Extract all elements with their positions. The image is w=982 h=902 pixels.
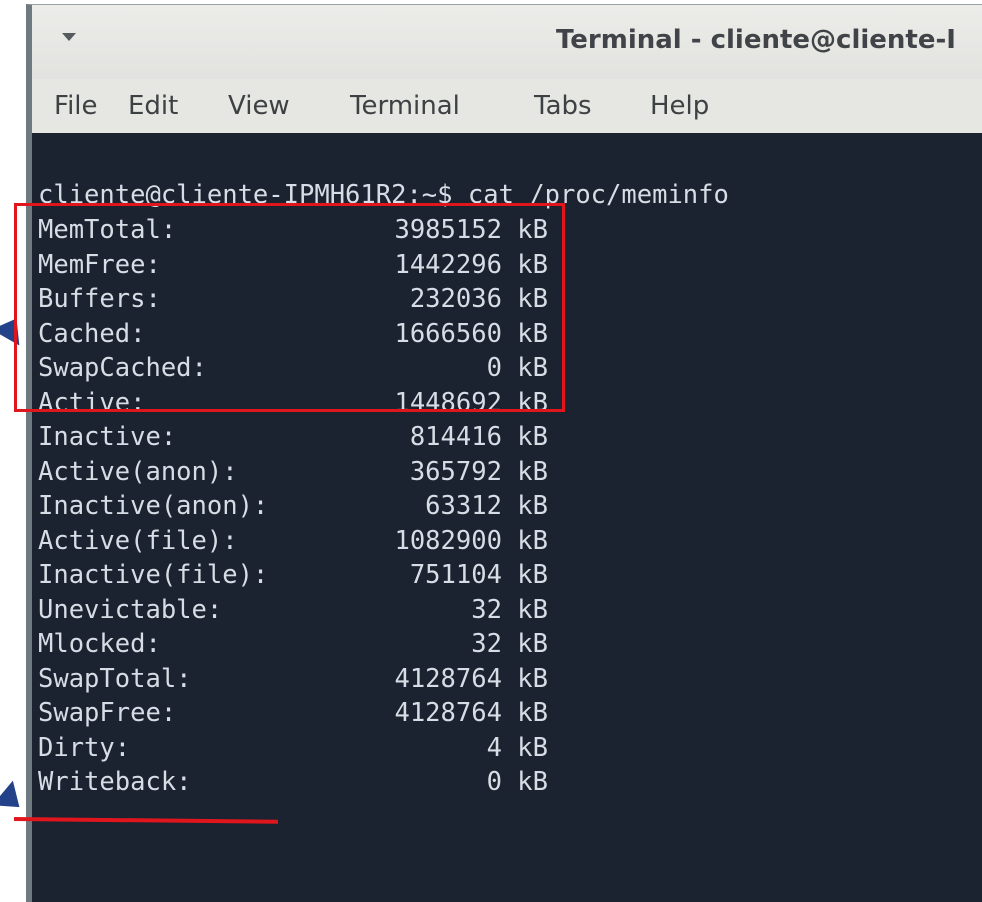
meminfo-value: 365792 kB <box>409 457 548 487</box>
meminfo-value: 814416 kB <box>409 422 548 452</box>
menu-view[interactable]: View <box>228 91 290 121</box>
menu-edit[interactable]: Edit <box>128 91 178 121</box>
meminfo-value: 4128764 kB <box>394 698 548 728</box>
meminfo-value: 63312 kB <box>425 491 548 521</box>
terminal-window: Terminal - cliente@cliente-I File Edit V… <box>26 4 982 902</box>
meminfo-value: 3985152 kB <box>394 215 548 245</box>
terminal-output[interactable]: cliente@cliente-IPMH61R2:~$ cat /proc/me… <box>32 133 982 902</box>
meminfo-value: 0 kB <box>486 767 548 797</box>
chevron-down-icon[interactable] <box>62 33 76 41</box>
menu-terminal[interactable]: Terminal <box>350 91 460 121</box>
menu-file[interactable]: File <box>54 91 98 121</box>
prompt-line: cliente@cliente-IPMH61R2:~$ cat /proc/me… <box>38 180 729 210</box>
meminfo-value: 1448692 kB <box>394 388 548 418</box>
meminfo-value: 1666560 kB <box>394 319 548 349</box>
meminfo-value: 4 kB <box>486 733 548 763</box>
meminfo-value: 0 kB <box>486 353 548 383</box>
meminfo-value: 32 kB <box>471 595 548 625</box>
menu-tabs[interactable]: Tabs <box>534 91 592 121</box>
window-title: Terminal - cliente@cliente-I <box>556 25 956 55</box>
meminfo-value: 232036 kB <box>409 284 548 314</box>
screenshot-page: Terminal - cliente@cliente-I File Edit V… <box>0 0 982 902</box>
menu-help[interactable]: Help <box>650 91 709 121</box>
meminfo-value: 751104 kB <box>409 560 548 590</box>
menu-bar: File Edit View Terminal Tabs Help <box>32 79 982 133</box>
meminfo-value: 1082900 kB <box>394 526 548 556</box>
meminfo-value: 1442296 kB <box>394 250 548 280</box>
window-titlebar: Terminal - cliente@cliente-I <box>32 5 982 79</box>
meminfo-value: 32 kB <box>471 629 548 659</box>
meminfo-value: 4128764 kB <box>394 664 548 694</box>
